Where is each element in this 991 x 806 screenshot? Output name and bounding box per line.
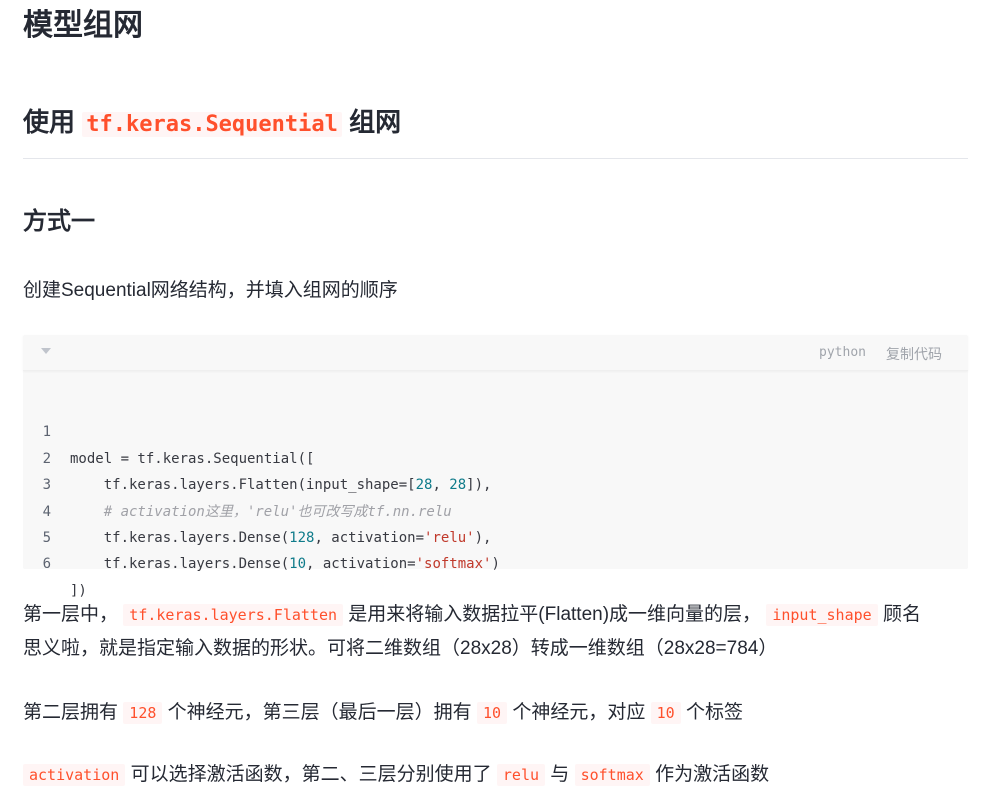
code-text: tf.keras.layers.Dense(10, activation='so… (70, 551, 500, 577)
section-heading: 使用 tf.keras.Sequential 组网 (23, 104, 401, 143)
copy-code-button[interactable]: 复制代码 (886, 344, 942, 364)
code-token: ]) (70, 582, 87, 599)
paragraph-text: 个神经元，对应 (512, 702, 646, 723)
code-language-label: python (819, 345, 866, 360)
paragraph-flatten-line2: 思义啦，就是指定输入数据的形状。可将二维数组（28x28）转成一维数组（28x2… (23, 638, 778, 659)
code-line: 4 tf.keras.layers.Dense(128, activation=… (23, 472, 968, 546)
paragraph-activation: activation 可以选择激活函数，第二、三层分别使用了 relu 与 so… (23, 758, 968, 792)
paragraph-text: 顾名 (882, 604, 921, 625)
code-number: 10 (289, 556, 307, 573)
paragraph-neurons: 第二层拥有 128 个神经元，第三层（最后一层）拥有 10 个神经元，对应 10… (23, 696, 968, 730)
page-title: 模型组网 (23, 9, 143, 42)
code-token: ) (491, 556, 500, 573)
code-string: 'softmax' (415, 556, 492, 573)
line-number: 6 (42, 556, 51, 573)
caret-down-icon[interactable] (41, 348, 51, 354)
section-divider (23, 158, 968, 159)
paragraph-flatten-line1: 第一层中， tf.keras.layers.Flatten 是用来将输入数据拉平… (23, 598, 968, 632)
intro-paragraph: 创建Sequential网络结构，并填入组网的顺序 (23, 280, 398, 301)
inline-code: 10 (650, 702, 681, 724)
paragraph-text: 第一层中， (23, 604, 119, 625)
inline-code: tf.keras.layers.Flatten (123, 604, 344, 626)
inline-code: softmax (574, 764, 650, 786)
paragraph-text: 第二层拥有 (23, 702, 119, 723)
subsection-heading: 方式一 (23, 208, 95, 235)
paragraph-text: 个神经元，第三层（最后一层）拥有 (167, 702, 472, 723)
section-heading-code: tf.keras.Sequential (82, 112, 342, 137)
code-block: python 复制代码 1 model = tf.keras.Sequentia… (23, 335, 968, 599)
paragraph-text: 作为激活函数 (655, 764, 770, 785)
code-line: 3 # activation这里，'relu'也可改写成tf.nn.relu (23, 446, 968, 519)
paragraph-text: 与 (550, 764, 570, 785)
code-content: 1 model = tf.keras.Sequential([ 2 tf.ker… (23, 393, 968, 598)
code-token: tf.keras.layers.Dense( (70, 556, 290, 573)
paragraph-text: 可以选择激活函数，第二、三层分别使用了 (130, 764, 492, 785)
code-line: 2 tf.keras.layers.Flatten(input_shape=[2… (23, 419, 968, 493)
inline-code: 128 (123, 702, 163, 724)
inline-code: input_shape (766, 604, 878, 626)
inline-code: 10 (476, 702, 508, 724)
section-heading-prefix: 使用 (23, 107, 83, 137)
paragraph-text: 是用来将输入数据拉平(Flatten)成一维向量的层， (348, 604, 762, 625)
code-line: 6 ]) (23, 525, 968, 598)
code-line: 5 tf.keras.layers.Dense(10, activation='… (23, 499, 968, 572)
code-token: , activation= (306, 556, 416, 573)
inline-code: activation (23, 764, 126, 786)
paragraph-text: 个标签 (685, 702, 743, 723)
code-line: 1 model = tf.keras.Sequential([ (23, 393, 968, 466)
code-block-header: python 复制代码 (23, 335, 968, 371)
section-heading-suffix: 组网 (341, 107, 402, 137)
inline-code: relu (496, 764, 546, 786)
